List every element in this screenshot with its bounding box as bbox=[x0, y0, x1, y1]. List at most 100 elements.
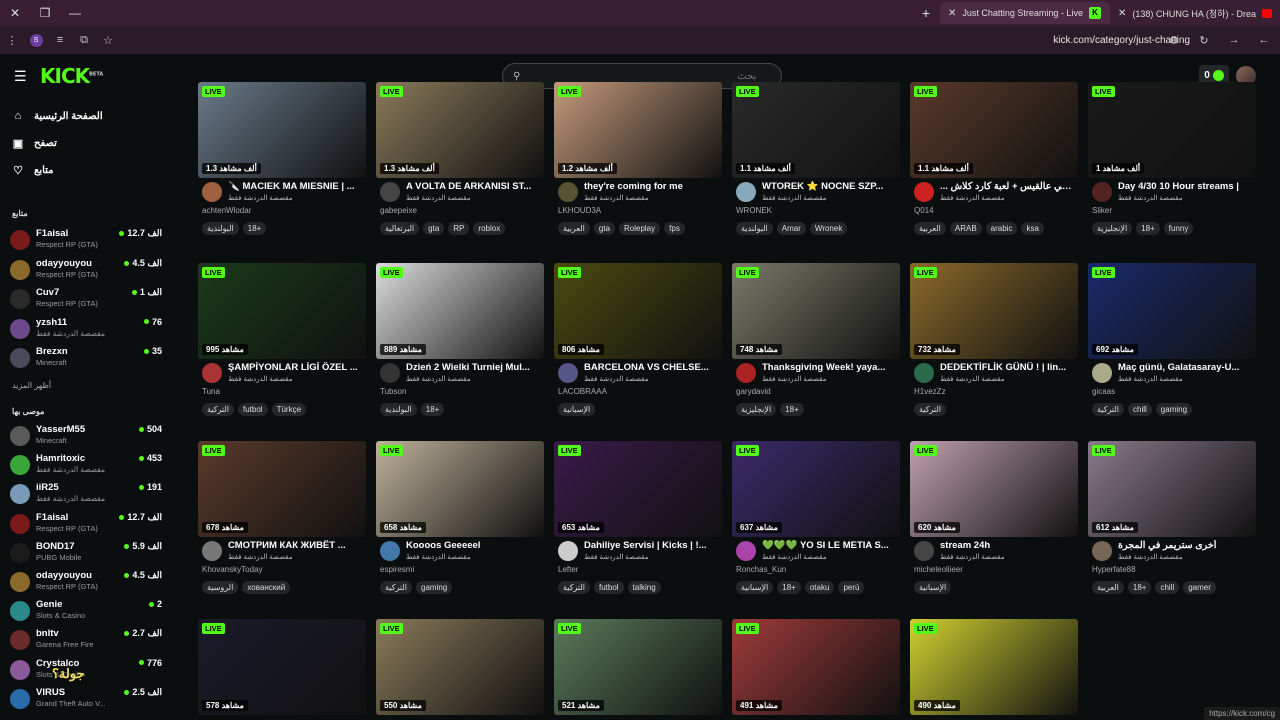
stream-thumbnail[interactable]: LIVE 490 مشاهد bbox=[910, 619, 1078, 715]
sidebar-channel-item[interactable]: Crystalco Slots & Casino 776 bbox=[10, 656, 162, 682]
tag-chip[interactable]: الروسية bbox=[202, 581, 239, 594]
stream-thumbnail[interactable]: LIVE 521 مشاهد bbox=[554, 619, 722, 715]
tag-chip[interactable]: Roleplay bbox=[619, 222, 661, 235]
streamer-name[interactable]: micheleoliieer bbox=[914, 565, 963, 574]
tag-chip[interactable]: perú bbox=[838, 581, 865, 594]
back-icon[interactable]: ← bbox=[1252, 34, 1276, 47]
streamer-name[interactable]: KhovanskyToday bbox=[202, 565, 262, 574]
stream-category[interactable]: مقصصة الدردشة فقط bbox=[584, 375, 648, 383]
streamer-name[interactable]: H1vezZz bbox=[914, 387, 946, 396]
tag-chip[interactable]: 18+ bbox=[1136, 222, 1160, 235]
tag-chip[interactable]: 18+ bbox=[242, 222, 267, 235]
sidebar-channel-item[interactable]: odayyouyou Respect RP (GTA) 4.5 الف bbox=[10, 256, 162, 282]
stream-title[interactable]: stream 24h bbox=[940, 540, 1076, 551]
sidebar-channel-item[interactable]: odayyouyou Respect RP (GTA) 4.5 الف bbox=[10, 568, 162, 594]
tag-chip[interactable]: funny bbox=[1163, 222, 1194, 235]
tag-chip[interactable]: العربية bbox=[914, 222, 946, 235]
tag-chip[interactable]: gamer bbox=[1183, 581, 1216, 594]
stream-title[interactable]: 🔪 MACIEK MA MIESNIE | ... bbox=[228, 181, 364, 192]
tag-chip[interactable]: البولندية bbox=[380, 403, 417, 416]
stream-thumbnail[interactable]: LIVE 1.1 ألف مشاهد bbox=[910, 82, 1078, 178]
streamer-avatar[interactable] bbox=[558, 182, 578, 202]
sidebar-channel-item[interactable]: Cuv7 Respect RP (GTA) 1 الف bbox=[10, 285, 162, 311]
tag-chip[interactable]: roblox bbox=[473, 222, 506, 235]
streamer-avatar[interactable] bbox=[914, 363, 934, 383]
tab-kick[interactable]: ✕ Just Chatting Streaming - Live K bbox=[940, 2, 1110, 24]
streamer-name[interactable]: espiresmi bbox=[380, 565, 414, 574]
sidebar-channel-item[interactable]: yzsh11 مقصصة الدردشة فقط 76 bbox=[10, 315, 162, 341]
streamer-avatar[interactable] bbox=[736, 363, 756, 383]
nav-following[interactable]: ♡ متابع bbox=[12, 164, 53, 177]
tag-chip[interactable]: ARAB bbox=[949, 222, 982, 235]
tag-chip[interactable]: البولندية bbox=[736, 222, 773, 235]
stream-thumbnail[interactable]: LIVE 1 ألف مشاهد bbox=[1088, 82, 1256, 178]
tag-chip[interactable]: gaming bbox=[416, 581, 453, 594]
stream-thumbnail[interactable]: LIVE 620 مشاهد bbox=[910, 441, 1078, 537]
tag-chip[interactable]: gta bbox=[593, 222, 615, 235]
streamer-avatar[interactable] bbox=[914, 182, 934, 202]
stream-category[interactable]: مقصصة الدردشة فقط bbox=[1118, 375, 1182, 383]
new-tab-icon[interactable]: + bbox=[922, 5, 930, 21]
stream-category[interactable]: مقصصة الدردشة فقط bbox=[228, 375, 292, 383]
streamer-name[interactable]: gabepeixe bbox=[380, 206, 417, 215]
streamer-avatar[interactable] bbox=[1092, 182, 1112, 202]
tag-chip[interactable]: الإسبانية bbox=[914, 581, 952, 594]
nav-home[interactable]: ⌂ الصفحة الرئيسية bbox=[12, 110, 103, 122]
stream-thumbnail[interactable]: LIVE 889 مشاهد bbox=[376, 263, 544, 359]
streamer-avatar[interactable] bbox=[1092, 363, 1112, 383]
streamer-avatar[interactable] bbox=[914, 541, 934, 561]
tag-chip[interactable]: التركية bbox=[202, 403, 234, 416]
tag-chip[interactable]: otaku bbox=[804, 581, 835, 594]
stream-thumbnail[interactable]: LIVE 653 مشاهد bbox=[554, 441, 722, 537]
site-settings-icon[interactable]: ⚙ bbox=[1162, 34, 1186, 47]
stream-category[interactable]: مقصصة الدردشة فقط bbox=[228, 194, 292, 202]
stream-category[interactable]: مقصصة الدردشة فقط bbox=[940, 194, 1004, 202]
streamer-avatar[interactable] bbox=[380, 541, 400, 561]
tag-chip[interactable]: التركية bbox=[380, 581, 412, 594]
sidebar-channel-item[interactable]: F1aisal Respect RP (GTA) 12.7 الف bbox=[10, 510, 162, 536]
sidebar-channel-item[interactable]: F1aisal Respect RP (GTA) 12.7 الف bbox=[10, 226, 162, 252]
tag-chip[interactable]: 18+ bbox=[780, 403, 804, 416]
stream-title[interactable]: Day 4/30 10 Hour streams | bbox=[1118, 181, 1254, 192]
stream-title[interactable]: DEDEKTİFLİK GÜNÜ ! | lin... bbox=[940, 362, 1076, 373]
streamer-avatar[interactable] bbox=[202, 182, 222, 202]
bookmark-star-icon[interactable]: ☆ bbox=[96, 34, 120, 47]
nav-browse[interactable]: ▣ تصفح bbox=[12, 137, 57, 150]
close-icon[interactable]: ✕ bbox=[1118, 8, 1126, 19]
tag-chip[interactable]: التركية bbox=[914, 403, 946, 416]
tag-chip[interactable]: хованский bbox=[242, 581, 291, 594]
search-input[interactable] bbox=[526, 70, 757, 82]
streamer-name[interactable]: Ronchas_Kun bbox=[736, 565, 786, 574]
stream-thumbnail[interactable]: LIVE 692 مشاهد bbox=[1088, 263, 1256, 359]
sidebar-channel-item[interactable]: BOND17 PUBG Mobile 5.9 الف bbox=[10, 539, 162, 565]
stream-title[interactable]: BARCELONA VS CHELSE... bbox=[584, 362, 720, 373]
stream-thumbnail[interactable]: LIVE 732 مشاهد bbox=[910, 263, 1078, 359]
stream-title[interactable]: Koooos Geeeeel bbox=[406, 540, 542, 551]
streamer-name[interactable]: gicaas bbox=[1092, 387, 1115, 396]
extensions-icon[interactable]: ⧉ bbox=[72, 34, 96, 47]
restore-window-icon[interactable]: ❐ bbox=[30, 6, 60, 20]
tag-chip[interactable]: 18+ bbox=[420, 403, 445, 416]
tag-chip[interactable]: ksa bbox=[1021, 222, 1044, 235]
stream-thumbnail[interactable]: LIVE 637 مشاهد bbox=[732, 441, 900, 537]
close-window-icon[interactable]: ✕ bbox=[0, 6, 30, 20]
stream-title[interactable]: Dahiliye Servisi | Kicks | !... bbox=[584, 540, 720, 551]
tag-chip[interactable]: البرتغالية bbox=[380, 222, 420, 235]
stream-thumbnail[interactable]: LIVE 748 مشاهد bbox=[732, 263, 900, 359]
stream-category[interactable]: مقصصة الدردشة فقط bbox=[762, 375, 826, 383]
stream-title[interactable]: Maç günü, Galatasaray-U... bbox=[1118, 362, 1254, 373]
stream-category[interactable]: مقصصة الدردشة فقط bbox=[940, 553, 1004, 561]
stream-category[interactable]: مقصصة الدردشة فقط bbox=[1118, 553, 1182, 561]
tag-chip[interactable]: التركية bbox=[1092, 403, 1124, 416]
kick-logo[interactable]: KICKBETA bbox=[40, 64, 103, 88]
stream-thumbnail[interactable]: LIVE 550 مشاهد bbox=[376, 619, 544, 715]
tag-chip[interactable]: Amar bbox=[776, 222, 806, 235]
stream-category[interactable]: مقصصة الدردشة فقط bbox=[406, 375, 470, 383]
profile-avatar[interactable]: S bbox=[24, 33, 48, 47]
tag-chip[interactable]: 18+ bbox=[777, 581, 801, 594]
sidebar-channel-item[interactable]: Genie Slots & Casino 2 bbox=[10, 597, 162, 623]
tag-chip[interactable]: futbol bbox=[238, 403, 268, 416]
tag-chip[interactable]: العربية bbox=[558, 222, 590, 235]
stream-category[interactable]: مقصصة الدردشة فقط bbox=[584, 553, 648, 561]
sidebar-channel-item[interactable]: VIRUS Grand Theft Auto V... 2.5 الف bbox=[10, 685, 162, 711]
